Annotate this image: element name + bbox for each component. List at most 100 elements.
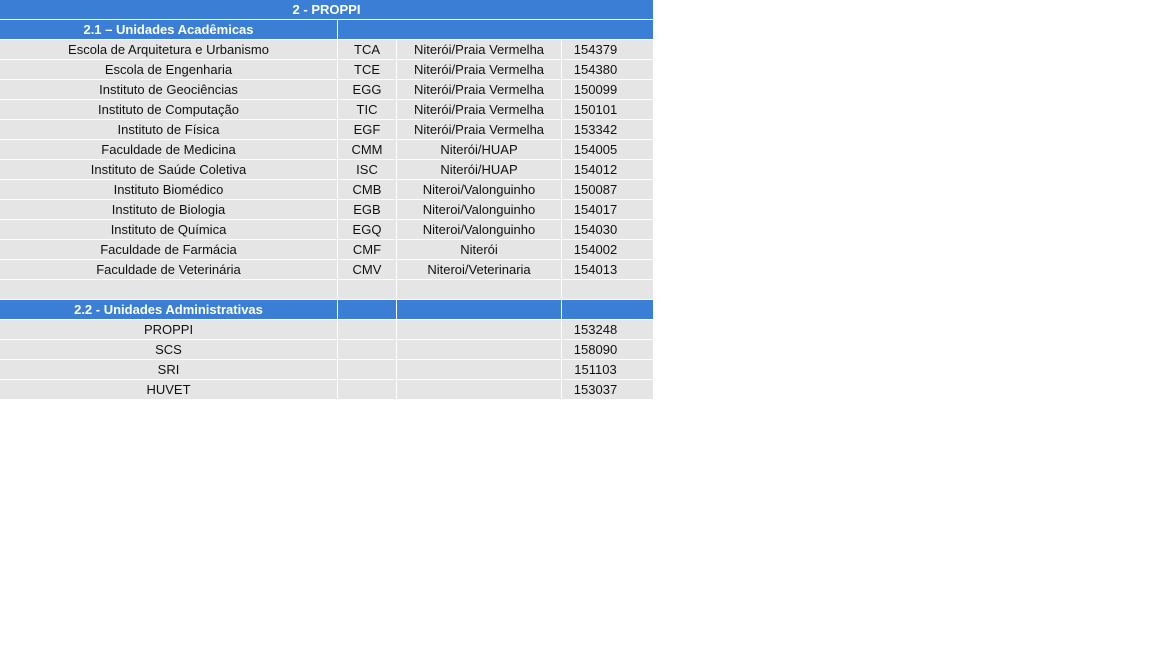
- unit-number-cell[interactable]: 154017: [562, 200, 654, 220]
- unit-number-cell[interactable]: 154002: [562, 240, 654, 260]
- unit-number-cell[interactable]: 153248: [562, 320, 654, 340]
- unit-number-cell[interactable]: 154030: [562, 220, 654, 240]
- header-cell[interactable]: [397, 300, 562, 320]
- unit-location-cell[interactable]: Niteroi/Valonguinho: [397, 180, 562, 200]
- unit-number-text: 154030: [573, 222, 618, 237]
- spreadsheet: 2 - PROPPI 2.1 – Unidades Acadêmicas Esc…: [0, 0, 654, 400]
- unit-location-cell[interactable]: Niterói/Praia Vermelha: [397, 40, 562, 60]
- unit-name-cell[interactable]: HUVET: [0, 380, 338, 400]
- empty-cell[interactable]: [338, 340, 397, 360]
- table-row: Escola de Engenharia TCE Niterói/Praia V…: [0, 60, 654, 80]
- unit-location-cell[interactable]: Niterói/Praia Vermelha: [397, 80, 562, 100]
- unit-number-cell[interactable]: 153342: [562, 120, 654, 140]
- unit-name-cell[interactable]: PROPPI: [0, 320, 338, 340]
- section-title-academic[interactable]: 2.1 – Unidades Acadêmicas: [0, 20, 338, 40]
- unit-number-text: 154012: [573, 162, 618, 177]
- unit-number-text: 150099: [573, 82, 618, 97]
- unit-number-text: 158090: [573, 342, 618, 357]
- unit-code-cell[interactable]: CMV: [338, 260, 397, 280]
- unit-location-cell[interactable]: Niteroi/Veterinaria: [397, 260, 562, 280]
- unit-number-cell[interactable]: 151103: [562, 360, 654, 380]
- empty-cell[interactable]: [397, 340, 562, 360]
- section-header-administrative: 2.2 - Unidades Administrativas: [0, 300, 654, 320]
- unit-number-text: 150087: [573, 182, 618, 197]
- empty-cell[interactable]: [397, 380, 562, 400]
- unit-name-cell[interactable]: Faculdade de Farmácia: [0, 240, 338, 260]
- unit-name-cell[interactable]: Escola de Engenharia: [0, 60, 338, 80]
- unit-name-cell[interactable]: Faculdade de Medicina: [0, 140, 338, 160]
- table-row: SRI 151103: [0, 360, 654, 380]
- unit-number-cell[interactable]: 150099: [562, 80, 654, 100]
- unit-name-cell[interactable]: Instituto de Física: [0, 120, 338, 140]
- unit-number-text: 153248: [573, 322, 618, 337]
- unit-code-cell[interactable]: EGF: [338, 120, 397, 140]
- empty-cell[interactable]: [338, 380, 397, 400]
- unit-location-cell[interactable]: Niterói: [397, 240, 562, 260]
- empty-cell[interactable]: [338, 360, 397, 380]
- unit-name-cell[interactable]: Instituto de Geociências: [0, 80, 338, 100]
- unit-location-cell[interactable]: Niterói/Praia Vermelha: [397, 60, 562, 80]
- unit-code-cell[interactable]: CMF: [338, 240, 397, 260]
- unit-number-cell[interactable]: 153037: [562, 380, 654, 400]
- empty-cell[interactable]: [338, 280, 397, 300]
- unit-number-text: 153342: [573, 122, 618, 137]
- unit-name-cell[interactable]: Faculdade de Veterinária: [0, 260, 338, 280]
- unit-location-cell[interactable]: Niterói/Praia Vermelha: [397, 100, 562, 120]
- empty-cell[interactable]: [338, 320, 397, 340]
- unit-number-cell[interactable]: 154380: [562, 60, 654, 80]
- unit-name-cell[interactable]: Instituto de Computação: [0, 100, 338, 120]
- unit-number-text: 154017: [573, 202, 618, 217]
- unit-location-cell[interactable]: Niterói/Praia Vermelha: [397, 120, 562, 140]
- empty-cell[interactable]: [397, 320, 562, 340]
- unit-location-cell[interactable]: Niterói/HUAP: [397, 140, 562, 160]
- unit-name-cell[interactable]: Instituto de Biologia: [0, 200, 338, 220]
- table-row: HUVET 153037: [0, 380, 654, 400]
- empty-cell[interactable]: [397, 360, 562, 380]
- unit-code-cell[interactable]: TIC: [338, 100, 397, 120]
- header-cell[interactable]: [338, 20, 654, 40]
- unit-number-cell[interactable]: 150101: [562, 100, 654, 120]
- unit-name-cell[interactable]: Instituto de Química: [0, 220, 338, 240]
- header-cell[interactable]: [562, 300, 654, 320]
- unit-name-cell[interactable]: Escola de Arquitetura e Urbanismo: [0, 40, 338, 60]
- unit-name-cell[interactable]: Instituto de Saúde Coletiva: [0, 160, 338, 180]
- unit-number-cell[interactable]: 154005: [562, 140, 654, 160]
- table-row: Escola de Arquitetura e Urbanismo TCA Ni…: [0, 40, 654, 60]
- unit-location-cell[interactable]: Niteroi/Valonguinho: [397, 220, 562, 240]
- table-row: SCS 158090: [0, 340, 654, 360]
- unit-number-text: 151103: [574, 362, 617, 377]
- unit-number-cell[interactable]: 150087: [562, 180, 654, 200]
- unit-code-cell[interactable]: TCE: [338, 60, 397, 80]
- unit-location-cell[interactable]: Niterói/HUAP: [397, 160, 562, 180]
- unit-code-cell[interactable]: TCA: [338, 40, 397, 60]
- unit-number-cell[interactable]: 154012: [562, 160, 654, 180]
- title-row: 2 - PROPPI: [0, 0, 654, 20]
- empty-row: [0, 280, 654, 300]
- unit-number-text: 154380: [573, 62, 618, 77]
- unit-name-cell[interactable]: Instituto Biomédico: [0, 180, 338, 200]
- unit-name-cell[interactable]: SCS: [0, 340, 338, 360]
- header-cell[interactable]: [338, 300, 397, 320]
- unit-number-text: 154379: [573, 42, 618, 57]
- table-row: Instituto de Química EGQ Niteroi/Valongu…: [0, 220, 654, 240]
- unit-code-cell[interactable]: EGQ: [338, 220, 397, 240]
- unit-name-cell[interactable]: SRI: [0, 360, 338, 380]
- unit-code-cell[interactable]: CMB: [338, 180, 397, 200]
- unit-location-cell[interactable]: Niteroi/Valonguinho: [397, 200, 562, 220]
- empty-cell[interactable]: [0, 280, 338, 300]
- empty-cell[interactable]: [562, 280, 654, 300]
- unit-code-cell[interactable]: CMM: [338, 140, 397, 160]
- unit-number-text: 153037: [573, 382, 618, 397]
- sheet-title[interactable]: 2 - PROPPI: [0, 0, 654, 20]
- unit-code-cell[interactable]: EGB: [338, 200, 397, 220]
- unit-code-cell[interactable]: ISC: [338, 160, 397, 180]
- unit-number-cell[interactable]: 154379: [562, 40, 654, 60]
- unit-number-text: 154002: [573, 242, 618, 257]
- empty-cell[interactable]: [397, 280, 562, 300]
- unit-number-cell[interactable]: 158090: [562, 340, 654, 360]
- unit-code-cell[interactable]: EGG: [338, 80, 397, 100]
- table-row: Faculdade de Medicina CMM Niterói/HUAP 1…: [0, 140, 654, 160]
- section-title-administrative[interactable]: 2.2 - Unidades Administrativas: [0, 300, 338, 320]
- unit-number-cell[interactable]: 154013: [562, 260, 654, 280]
- table-row: Instituto de Física EGF Niterói/Praia Ve…: [0, 120, 654, 140]
